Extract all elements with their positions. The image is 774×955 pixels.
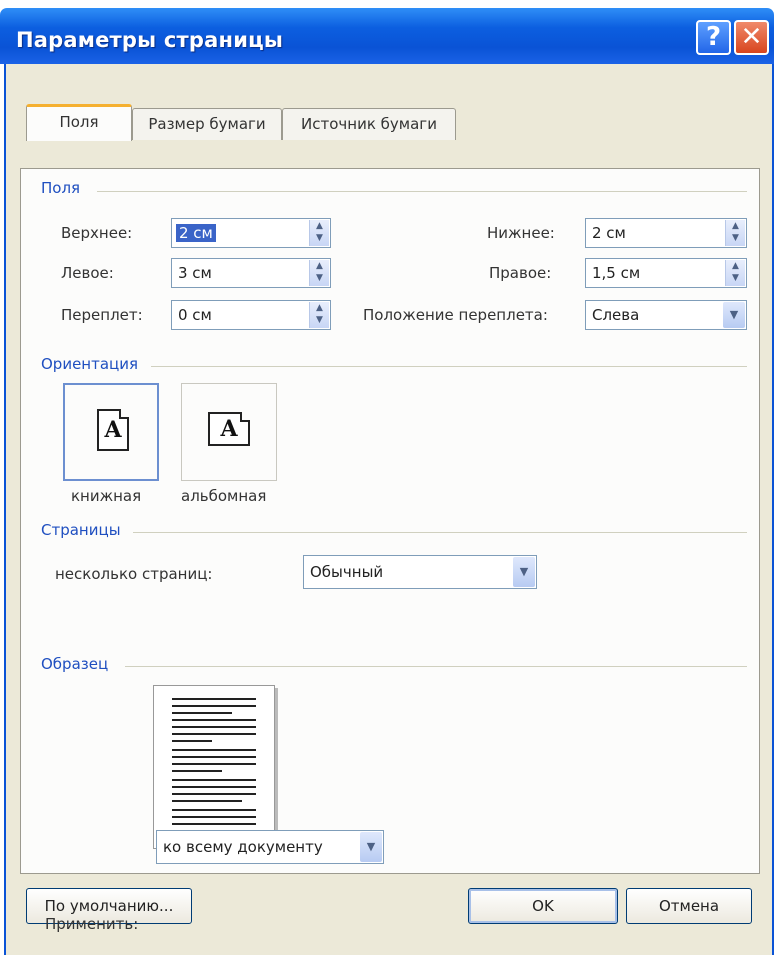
dialog-title: Параметры страницы bbox=[16, 28, 284, 52]
right-margin-label: Правое: bbox=[489, 264, 552, 282]
tab-panel-margins: Поля Верхнее: 2 см ▲ ▼ Нижнее: 2 см ▲ ▼ Ле… bbox=[20, 168, 760, 933]
group-label-orientation: Ориентация bbox=[41, 355, 139, 373]
portrait-label: книжная bbox=[71, 487, 142, 505]
right-margin-value[interactable]: 1,5 см bbox=[592, 264, 640, 282]
spin-arrows-icon[interactable]: ▲ ▼ bbox=[725, 260, 745, 286]
landscape-label: альбомная bbox=[181, 487, 267, 505]
left-margin-value[interactable]: 3 см bbox=[178, 264, 212, 282]
cancel-button[interactable]: Отмена bbox=[626, 888, 752, 924]
group-divider bbox=[133, 532, 747, 533]
left-margin-label: Левое: bbox=[61, 264, 114, 282]
gutter-position-value: Слева bbox=[592, 306, 640, 324]
left-margin-spinner[interactable]: 3 см ▲ ▼ bbox=[171, 258, 331, 288]
spin-arrows-icon[interactable]: ▲ ▼ bbox=[725, 220, 745, 246]
spin-arrows-icon[interactable]: ▲ ▼ bbox=[309, 302, 329, 328]
top-margin-value[interactable]: 2 см bbox=[176, 224, 216, 242]
tab-paper-size[interactable]: Размер бумаги bbox=[132, 108, 282, 140]
dialog-body: Поля Размер бумаги Источник бумаги Поля … bbox=[4, 64, 774, 955]
multiple-pages-value: Обычный bbox=[310, 563, 384, 581]
page-preview bbox=[153, 685, 275, 849]
chevron-down-icon[interactable]: ▼ bbox=[723, 302, 745, 328]
group-divider bbox=[125, 666, 747, 667]
group-divider bbox=[97, 191, 747, 192]
bottom-margin-spinner[interactable]: 2 см ▲ ▼ bbox=[585, 218, 747, 248]
gutter-position-label: Положение переплета: bbox=[363, 306, 548, 324]
tab-margins[interactable]: Поля bbox=[26, 104, 132, 141]
bottom-margin-value[interactable]: 2 см bbox=[592, 224, 626, 242]
multiple-pages-select[interactable]: Обычный ▼ bbox=[303, 555, 537, 589]
apply-to-label: Применить: bbox=[45, 915, 139, 933]
portrait-page-icon: A bbox=[97, 409, 129, 451]
multiple-pages-label: несколько страниц: bbox=[55, 565, 213, 583]
spin-arrows-icon[interactable]: ▲ ▼ bbox=[309, 220, 329, 246]
group-divider bbox=[151, 366, 747, 367]
close-button[interactable]: ✕ bbox=[734, 20, 769, 55]
gutter-value[interactable]: 0 см bbox=[178, 306, 212, 324]
group-label-margins: Поля bbox=[41, 179, 81, 197]
spin-arrows-icon[interactable]: ▲ ▼ bbox=[309, 260, 329, 286]
top-margin-label: Верхнее: bbox=[61, 224, 133, 242]
portrait-orientation-button[interactable]: A bbox=[63, 383, 159, 481]
bottom-margin-label: Нижнее: bbox=[487, 224, 555, 242]
chevron-down-icon[interactable]: ▼ bbox=[513, 557, 535, 587]
top-margin-spinner[interactable]: 2 см ▲ ▼ bbox=[171, 218, 331, 248]
landscape-page-icon: A bbox=[208, 412, 250, 446]
group-label-pages: Страницы bbox=[41, 521, 121, 539]
apply-to-select[interactable]: ко всему документу ▼ bbox=[156, 830, 384, 864]
title-bar[interactable]: Параметры страницы ? ✕ bbox=[0, 8, 774, 64]
page-setup-dialog: Параметры страницы ? ✕ Поля Размер бумаг… bbox=[0, 0, 774, 955]
cropped-top-strip bbox=[0, 0, 774, 8]
group-label-preview: Образец bbox=[41, 655, 109, 673]
apply-to-value: ко всему документу bbox=[163, 838, 323, 856]
gutter-label: Переплет: bbox=[61, 306, 143, 324]
tab-paper-source[interactable]: Источник бумаги bbox=[282, 108, 456, 140]
gutter-position-select[interactable]: Слева ▼ bbox=[585, 300, 747, 330]
landscape-orientation-button[interactable]: A bbox=[181, 383, 277, 481]
chevron-down-icon[interactable]: ▼ bbox=[360, 832, 382, 862]
gutter-spinner[interactable]: 0 см ▲ ▼ bbox=[171, 300, 331, 330]
ok-button[interactable]: OK bbox=[468, 888, 618, 924]
help-button[interactable]: ? bbox=[696, 20, 731, 55]
right-margin-spinner[interactable]: 1,5 см ▲ ▼ bbox=[585, 258, 747, 288]
